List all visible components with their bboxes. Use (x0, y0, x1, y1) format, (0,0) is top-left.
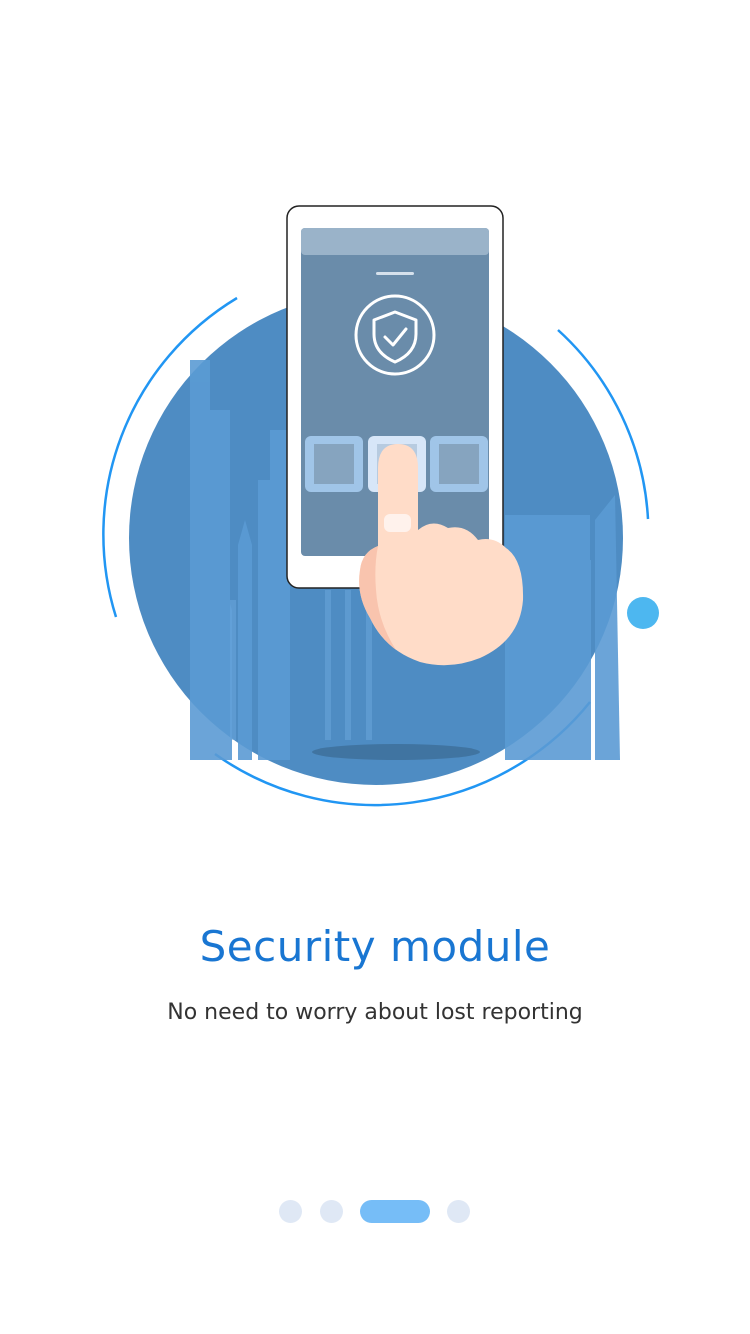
page-dot-2[interactable] (320, 1200, 343, 1223)
accent-dot (627, 597, 659, 629)
phone-shadow (312, 744, 480, 760)
onboarding-illustration (0, 180, 750, 840)
phone-status-bar (301, 228, 489, 255)
page-indicator (0, 1200, 750, 1224)
page-dot-4[interactable] (447, 1200, 470, 1223)
phone-screen-dash (376, 272, 414, 275)
page-dot-3-active[interactable] (360, 1200, 430, 1223)
page-subtitle: No need to worry about lost reporting (167, 1000, 583, 1025)
page-dot-1[interactable] (279, 1200, 302, 1223)
page-title: Security module (199, 922, 551, 971)
security-illustration-svg (102, 205, 659, 807)
